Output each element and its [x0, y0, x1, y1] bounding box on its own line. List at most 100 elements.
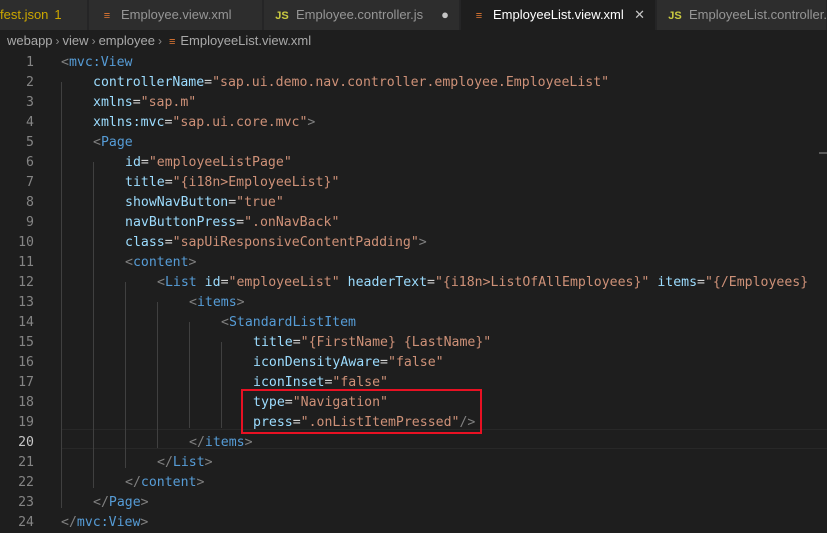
breadcrumb-item-employee[interactable]: employee [99, 33, 155, 48]
xml-file-icon: ≡ [168, 36, 176, 48]
js-file-icon: JS [275, 10, 289, 22]
line-number: 5 [26, 135, 34, 150]
line-number: 16 [18, 355, 34, 370]
code-line: 8 showNavButton="true" [0, 193, 827, 213]
line-number: 2 [26, 75, 34, 90]
attribute-name: items [657, 275, 698, 290]
tab-label: Employee.controller.js [296, 7, 424, 22]
tab-employeelist-controller-js[interactable]: JS EmployeeList.controller.js [657, 0, 827, 30]
code-line: 3 xmlns="sap.m" [0, 93, 827, 113]
attribute-name: headerText [347, 275, 428, 290]
breadcrumb-item-webapp[interactable]: webapp [7, 33, 53, 48]
tag-name: List [172, 455, 205, 470]
attribute-name: id [125, 155, 141, 170]
line-number: 8 [26, 195, 34, 210]
line-number: 15 [18, 335, 34, 350]
chevron-right-icon: › [91, 34, 96, 48]
code-line: 22 </content> [0, 473, 827, 493]
attribute-name: title [125, 175, 165, 190]
line-number: 12 [18, 275, 34, 290]
tab-employeelist-view-xml[interactable]: ≡ EmployeeList.view.xml ✕ [461, 0, 656, 30]
attribute-value: "{FirstName} {LastName}" [300, 335, 492, 350]
code-line: 7 title="{i18n>EmployeeList}" [0, 173, 827, 193]
line-number: 17 [18, 375, 34, 390]
tab-label: fest.json [0, 7, 49, 22]
line-number: 3 [26, 95, 34, 110]
code-editor[interactable]: 1 <mvc:View 2 controllerName="sap.ui.demo.… [0, 52, 827, 531]
code-line: 13 <items> [0, 293, 827, 313]
attribute-name: xmlns:mvc [93, 115, 165, 130]
tab-employee-controller-js[interactable]: JS Employee.controller.js ● [264, 0, 460, 30]
code-line: 14 <StandardListItem [0, 313, 827, 333]
tag-name: mvc:View [76, 515, 141, 530]
attribute-name: id [204, 275, 221, 290]
tab-bar: fest.json 1 ≡ Employee.view.xml JS Employee… [0, 0, 827, 30]
line-number: 18 [18, 395, 34, 410]
tag-name: items [196, 295, 237, 310]
line-number: 21 [18, 455, 34, 470]
line-number: 11 [18, 255, 34, 270]
attribute-value: "{/Employees} [704, 275, 809, 290]
tag-name: content [132, 255, 189, 270]
tab-label: EmployeeList.view.xml [493, 7, 624, 22]
attribute-value: "sap.m" [140, 95, 197, 110]
breadcrumb: webapp › view › employee › ≡ EmployeeList.view.… [0, 30, 827, 52]
code-line: 6 id="employeeListPage" [0, 153, 827, 173]
xml-file-icon: ≡ [103, 10, 111, 22]
breadcrumb-item-view[interactable]: view [63, 33, 89, 48]
tag-name: items [204, 435, 245, 450]
unsaved-dot-icon[interactable]: ● [441, 0, 449, 30]
tab-employee-view-xml[interactable]: ≡ Employee.view.xml [89, 0, 263, 30]
attribute-name: iconInset [253, 375, 325, 390]
code-line: 4 xmlns:mvc="sap.ui.core.mvc"> [0, 113, 827, 133]
code-line: 24 </mvc:View> [0, 513, 827, 533]
attribute-value: "true" [236, 195, 284, 210]
attribute-value: "{i18n>EmployeeList}" [172, 175, 340, 190]
code-line: 12 <List id="employeeList" headerText="{i… [0, 273, 827, 293]
line-number: 14 [18, 315, 34, 330]
line-number: 9 [26, 215, 34, 230]
js-file-icon: JS [668, 10, 682, 22]
line-number: 1 [26, 55, 34, 70]
close-icon[interactable]: ✕ [634, 0, 645, 30]
attribute-name: xmlns [93, 95, 133, 110]
attribute-name: controllerName [93, 75, 205, 90]
attribute-value: "employeeListPage" [148, 155, 292, 170]
code-line: 2 controllerName="sap.ui.demo.nav.control… [0, 73, 827, 93]
attribute-name: navButtonPress [125, 215, 237, 230]
line-number: 20 [18, 435, 34, 450]
attribute-value: "false" [332, 375, 388, 390]
line-number: 22 [18, 475, 34, 490]
line-number: 24 [18, 515, 34, 530]
tab-label: EmployeeList.controller.js [689, 7, 827, 22]
attribute-value: "employeeList" [228, 275, 340, 290]
tab-label: Employee.view.xml [121, 7, 232, 22]
tab-manifest-json[interactable]: fest.json 1 [0, 0, 88, 30]
code-line: 21 </List> [0, 453, 827, 473]
attribute-value: "sap.ui.core.mvc" [172, 115, 308, 130]
breadcrumb-item-file[interactable]: EmployeeList.view.xml [180, 33, 311, 48]
tag-name: Page [108, 495, 141, 510]
code-line: 16 iconDensityAware="false" [0, 353, 827, 373]
line-number: 23 [18, 495, 34, 510]
tag-name: Page [100, 135, 133, 150]
code-line: 11 <content> [0, 253, 827, 273]
highlight-annotation-box [241, 389, 482, 434]
line-number: 4 [26, 115, 34, 130]
tag-name: List [164, 275, 197, 290]
line-number: 10 [18, 235, 34, 250]
attribute-name: title [253, 335, 293, 350]
line-number: 19 [18, 415, 34, 430]
tag-name: StandardListItem [228, 315, 356, 330]
line-number: 7 [26, 175, 34, 190]
attribute-name: class [125, 235, 165, 250]
scrollbar-marker[interactable] [819, 152, 827, 154]
xml-file-icon: ≡ [475, 10, 483, 22]
code-line: 10 class="sapUiResponsiveContentPadding"> [0, 233, 827, 253]
line-number: 13 [18, 295, 34, 310]
tag-name: content [140, 475, 197, 490]
attribute-name: iconDensityAware [253, 355, 381, 370]
tag-name: mvc:View [68, 55, 133, 70]
attribute-value: "false" [388, 355, 444, 370]
chevron-right-icon: › [157, 34, 162, 48]
